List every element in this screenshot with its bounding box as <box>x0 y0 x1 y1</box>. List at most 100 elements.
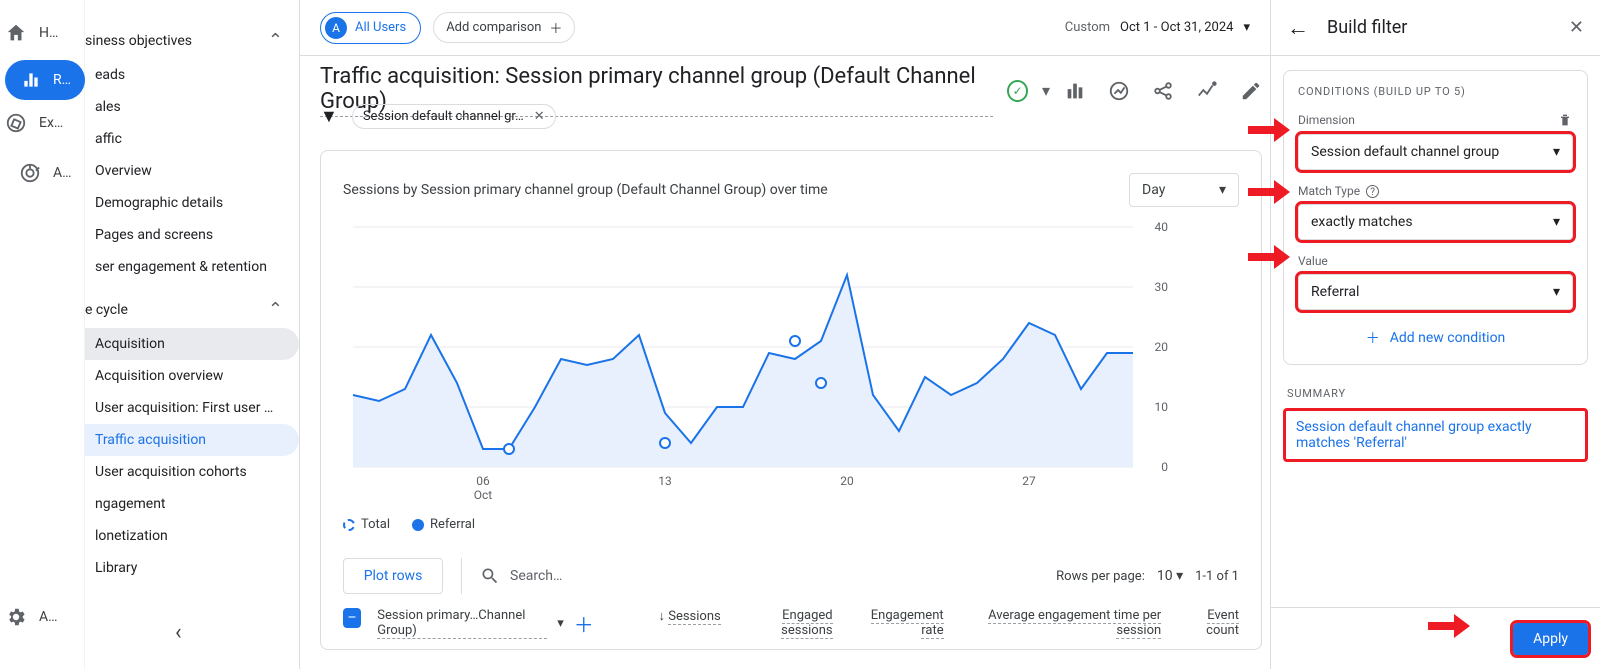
close-icon[interactable]: ✕ <box>534 109 545 124</box>
plus-icon[interactable]: ＋ <box>574 609 594 638</box>
add-condition-button[interactable]: ＋ Add new condition <box>1298 328 1573 348</box>
share-icon[interactable] <box>1152 80 1174 102</box>
dimension-column[interactable]: Session primary…Channel Group) ▾ ＋ <box>377 608 593 639</box>
legend-referral[interactable]: Referral <box>412 517 475 532</box>
divider <box>461 558 462 594</box>
nav-home-label: H… <box>39 25 58 41</box>
sidenav-traffic-overview[interactable]: Overview <box>85 155 299 187</box>
insights-icon[interactable] <box>1196 80 1218 102</box>
chevron-down-icon: ▾ <box>1243 20 1250 35</box>
avatar-a-icon: A <box>325 17 347 39</box>
sidenav-cycle-label: e cycle <box>85 302 268 318</box>
filter-chip[interactable]: Session default channel gr… ✕ <box>352 104 556 129</box>
sidenav-traffic-acq[interactable]: Traffic acquisition <box>85 424 299 456</box>
status-ok-icon[interactable]: ✓ <box>1007 80 1028 102</box>
annotation-arrow-icon <box>1248 245 1290 269</box>
col-avg-eng[interactable]: Average engagement time per session <box>960 608 1162 638</box>
panel-title: Build filter <box>1327 17 1407 38</box>
side-nav: siness objectives ⌃ eads ales affic Over… <box>85 0 300 669</box>
chevron-down-icon[interactable]: ▾ <box>1042 81 1050 100</box>
svg-text:13: 13 <box>658 474 672 488</box>
annotation-arrow-icon <box>1248 180 1290 204</box>
col-eng-rate[interactable]: Engagement rate <box>849 608 944 638</box>
add-comparison-label: Add comparison <box>446 20 541 35</box>
dimension-select[interactable]: Session default channel group▾ <box>1298 134 1573 170</box>
edit-icon[interactable] <box>1240 80 1262 102</box>
page-actions <box>1064 80 1262 102</box>
indeterminate-checkbox[interactable]: – <box>343 608 361 628</box>
sidenav-traffic[interactable]: affic <box>85 123 299 155</box>
nav-home[interactable]: H… <box>5 22 58 44</box>
sidenav-user-acq-cohorts[interactable]: User acquisition cohorts <box>85 456 299 488</box>
top-bar: A All Users Add comparison ＋ Custom Oct … <box>300 0 1270 56</box>
area-chart: 40302010006Oct132027 <box>343 217 1173 507</box>
apply-button[interactable]: Apply <box>1513 623 1588 655</box>
scatter-icon[interactable] <box>1108 80 1130 102</box>
dimension-label-row: Dimension <box>1298 112 1573 128</box>
svg-text:30: 30 <box>1155 280 1169 294</box>
sidenav-leads[interactable]: eads <box>85 59 299 91</box>
summary-text: Session default channel group exactly ma… <box>1283 408 1588 462</box>
sidenav-user-engagement[interactable]: ser engagement & retention <box>85 251 299 283</box>
filter-chip-label: Session default channel gr… <box>363 109 524 124</box>
granularity-select[interactable]: Day ▾ <box>1129 173 1239 207</box>
value-label-row: Value <box>1298 254 1573 268</box>
match-select[interactable]: exactly matches▾ <box>1298 204 1573 240</box>
annotation-arrow-icon <box>1428 614 1470 638</box>
chevron-down-icon: ▾ <box>1219 182 1226 198</box>
build-filter-panel: ← Build filter ✕ CONDITIONS (BUILD UP TO… <box>1270 0 1600 669</box>
sidenav-demographic[interactable]: Demographic details <box>85 187 299 219</box>
nav-explore-label: Ex… <box>39 115 63 131</box>
plot-rows-button[interactable]: Plot rows <box>343 558 443 594</box>
date-range-picker[interactable]: Custom Oct 1 - Oct 31, 2024 ▾ <box>1065 20 1250 35</box>
chevron-up-icon: ⌃ <box>268 299 283 320</box>
value-select[interactable]: Referral▾ <box>1298 274 1573 310</box>
svg-text:27: 27 <box>1022 474 1036 488</box>
chip-all-users[interactable]: A All Users <box>320 12 421 44</box>
conditions-heading: CONDITIONS (BUILD UP TO 5) <box>1298 85 1573 98</box>
bar-chart-icon[interactable] <box>1064 80 1086 102</box>
sidenav-pages-screens[interactable]: Pages and screens <box>85 219 299 251</box>
col-event[interactable]: Event count <box>1177 608 1239 638</box>
sidenav-user-acq[interactable]: User acquisition: First user … <box>85 392 299 424</box>
nav-explore[interactable]: Ex… <box>5 112 63 134</box>
rpp-select[interactable]: 10 ▾ <box>1157 568 1183 584</box>
nav-reports[interactable]: R… <box>5 60 85 100</box>
nav-advertising[interactable]: A… <box>5 156 76 190</box>
help-icon[interactable]: ? <box>1366 185 1379 198</box>
sidenav-sales[interactable]: ales <box>85 91 299 123</box>
page-counter: 1-1 of 1 <box>1195 569 1239 584</box>
sidenav-acquisition[interactable]: Acquisition <box>85 328 299 360</box>
sidenav-collapse[interactable]: ‹ <box>175 620 182 645</box>
date-custom-label: Custom <box>1065 20 1110 35</box>
search-input[interactable]: Search… <box>480 566 562 586</box>
search-icon <box>480 566 500 586</box>
back-arrow-icon[interactable]: ← <box>1287 15 1309 41</box>
chevron-down-icon: ▾ <box>1553 284 1560 300</box>
filter-icon[interactable]: ▼ <box>320 106 338 127</box>
nav-admin[interactable]: A… <box>5 606 58 628</box>
sidenav-cycle[interactable]: e cycle ⌃ <box>85 291 299 328</box>
value-label: Value <box>1298 254 1328 268</box>
condition-card: CONDITIONS (BUILD UP TO 5) Dimension Ses… <box>1283 70 1588 365</box>
filter-chip-row: ▼ Session default channel gr… ✕ <box>320 104 556 129</box>
col-engaged[interactable]: Engaged sessions <box>737 608 833 638</box>
col-sessions[interactable]: ↓ Sessions <box>626 608 721 624</box>
sidenav-acq-overview[interactable]: Acquisition overview <box>85 360 299 392</box>
legend-total[interactable]: Total <box>343 517 390 532</box>
annotation-arrow-icon <box>1248 118 1290 142</box>
sidenav-engagement[interactable]: ngagement <box>85 488 299 520</box>
nav-adv-label: A… <box>53 165 72 181</box>
chevron-down-icon: ▾ <box>1553 214 1560 230</box>
nav-reports-label: R… <box>53 72 71 88</box>
delete-icon[interactable] <box>1557 112 1573 128</box>
add-comparison-button[interactable]: Add comparison ＋ <box>433 12 575 43</box>
close-icon[interactable]: ✕ <box>1569 17 1584 38</box>
svg-text:Oct: Oct <box>474 488 493 502</box>
chart-card: Sessions by Session primary channel grou… <box>320 150 1262 650</box>
match-label-row: Match Type ? <box>1298 184 1573 198</box>
sidenav-monetization[interactable]: lonetization <box>85 520 299 552</box>
chevron-down-icon: ▾ <box>1553 144 1560 160</box>
sidenav-heading[interactable]: siness objectives ⌃ <box>85 22 299 59</box>
sidenav-library[interactable]: Library <box>85 552 299 584</box>
